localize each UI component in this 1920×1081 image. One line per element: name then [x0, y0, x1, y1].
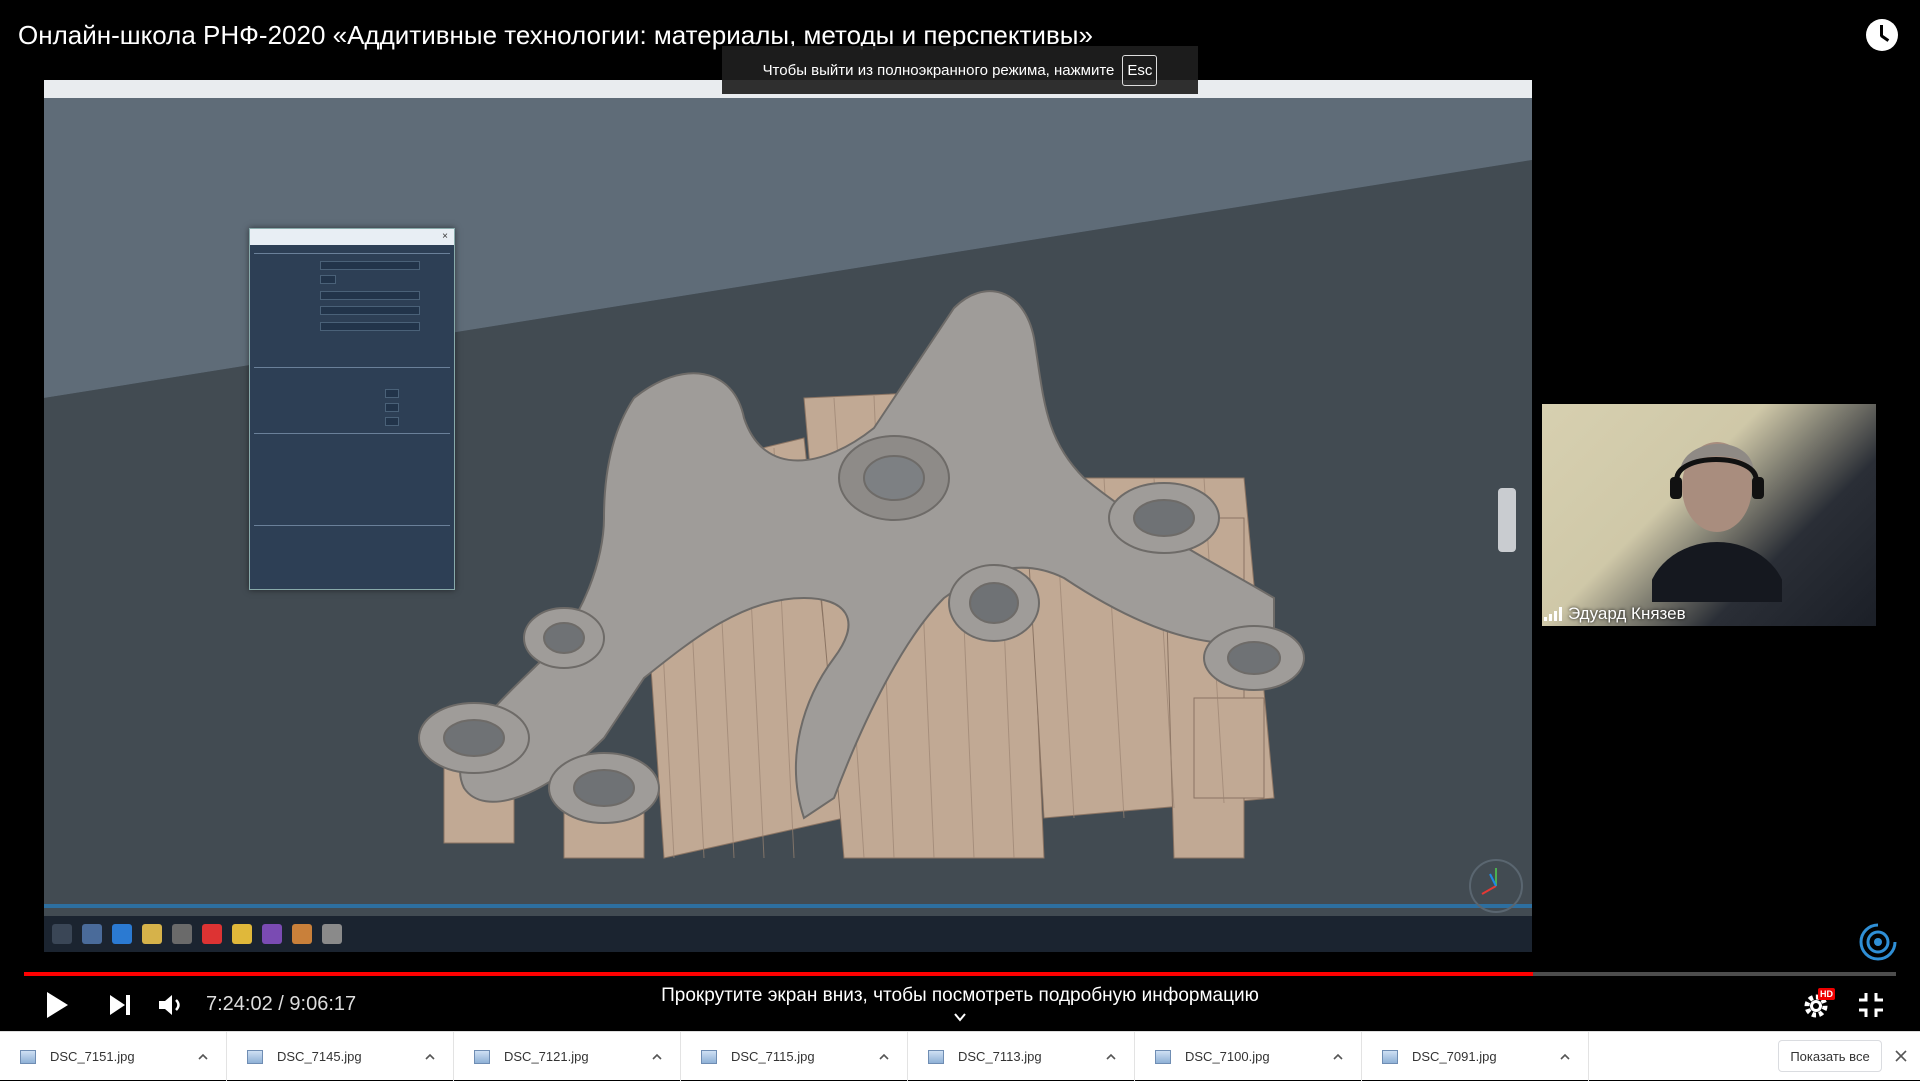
download-file-name: DSC_7091.jpg [1412, 1049, 1497, 1064]
dialog-field [320, 275, 336, 284]
chevron-up-icon[interactable] [196, 1050, 210, 1064]
edge-icon [112, 924, 132, 944]
taskview-icon [82, 924, 102, 944]
fullscreen-toast-message: Чтобы выйти из полноэкранного режима, на… [762, 61, 1115, 79]
download-file-name: DSC_7115.jpg [731, 1049, 815, 1064]
speaker-video [1652, 442, 1782, 602]
download-item[interactable]: DSC_7100.jpg [1135, 1032, 1362, 1081]
opera-icon [202, 924, 222, 944]
participant-name: Эдуард Князев [1568, 604, 1686, 623]
dialog-titlebar: × [250, 229, 454, 245]
shared-screen: × [44, 80, 1532, 952]
download-item[interactable]: DSC_7151.jpg [0, 1032, 227, 1081]
dialog-field [385, 417, 399, 426]
scroll-hint: Прокрутите экран вниз, чтобы посмотреть … [661, 985, 1259, 1006]
folder-icon [142, 924, 162, 944]
chevron-down-icon[interactable] [953, 1010, 967, 1024]
chevron-up-icon[interactable] [1331, 1050, 1345, 1064]
chevron-up-icon[interactable] [877, 1050, 891, 1064]
download-file-name: DSC_7151.jpg [50, 1049, 135, 1064]
chevron-up-icon[interactable] [650, 1050, 664, 1064]
chevron-up-icon[interactable] [1104, 1050, 1118, 1064]
progress-played [24, 972, 1533, 976]
signal-strength-icon [1544, 607, 1562, 621]
dialog-separator [254, 367, 450, 368]
image-file-icon [701, 1049, 717, 1064]
dialog-cancel-button [402, 573, 442, 585]
app-icon [262, 924, 282, 944]
download-item[interactable]: DSC_7091.jpg [1362, 1032, 1589, 1081]
download-item[interactable]: DSC_7113.jpg [908, 1032, 1135, 1081]
image-file-icon [928, 1049, 944, 1064]
player-controls: 7:24:02 / 9:06:17 Прокрутите экран вниз,… [0, 984, 1920, 1031]
download-item[interactable]: DSC_7115.jpg [681, 1032, 908, 1081]
app-icon [292, 924, 312, 944]
app-icon [322, 924, 342, 944]
download-bar: DSC_7151.jpg DSC_7145.jpg DSC_7121.jpg DSC_… [0, 1031, 1920, 1081]
dialog-ok-button [342, 573, 382, 585]
dialog-field [320, 322, 420, 331]
download-item[interactable]: DSC_7145.jpg [227, 1032, 454, 1081]
close-icon: × [442, 231, 448, 242]
download-item[interactable]: DSC_7121.jpg [454, 1032, 681, 1081]
hd-badge: HD [1818, 988, 1835, 1000]
image-file-icon [1155, 1049, 1171, 1064]
image-file-icon [247, 1049, 263, 1064]
3d-viewport: × [44, 98, 1532, 916]
store-icon [172, 924, 192, 944]
image-file-icon [20, 1049, 36, 1064]
speaker-webcam [1542, 404, 1876, 626]
dialog-separator [254, 525, 450, 526]
video-player[interactable]: Онлайн-школа РНФ-2020 «Аддитивные технол… [0, 0, 1920, 1031]
dialog-separator [254, 253, 450, 254]
watch-later-icon[interactable] [1866, 19, 1898, 51]
dialog-separator [254, 433, 450, 434]
dialog-field [385, 389, 399, 398]
participant-name-label: Эдуард Князев [1544, 604, 1686, 624]
dialog-field [320, 306, 420, 315]
chevron-up-icon[interactable] [423, 1050, 437, 1064]
dialog-field [320, 291, 420, 300]
screen-taskbar [44, 916, 1532, 952]
download-file-name: DSC_7113.jpg [958, 1049, 1042, 1064]
chrome-icon [232, 924, 252, 944]
progress-bar[interactable] [24, 972, 1896, 976]
start-icon [52, 924, 72, 944]
exit-fullscreen-button[interactable] [1856, 990, 1886, 1020]
download-file-name: DSC_7145.jpg [277, 1049, 362, 1064]
show-all-downloads-button[interactable]: Показать все [1778, 1040, 1882, 1072]
annotation-icon[interactable] [1858, 922, 1898, 962]
image-file-icon [1382, 1049, 1398, 1064]
download-file-name: DSC_7121.jpg [504, 1049, 589, 1064]
dialog-field [320, 261, 420, 270]
mesh-properties-dialog: × [249, 228, 455, 590]
close-icon[interactable] [1893, 1048, 1909, 1064]
chevron-up-icon[interactable] [1558, 1050, 1572, 1064]
fullscreen-toast: Чтобы выйти из полноэкранного режима, на… [722, 46, 1198, 94]
image-file-icon [474, 1049, 490, 1064]
download-file-name: DSC_7100.jpg [1185, 1049, 1270, 1064]
esc-key-badge: Esc [1122, 54, 1158, 86]
dialog-field [385, 403, 399, 412]
